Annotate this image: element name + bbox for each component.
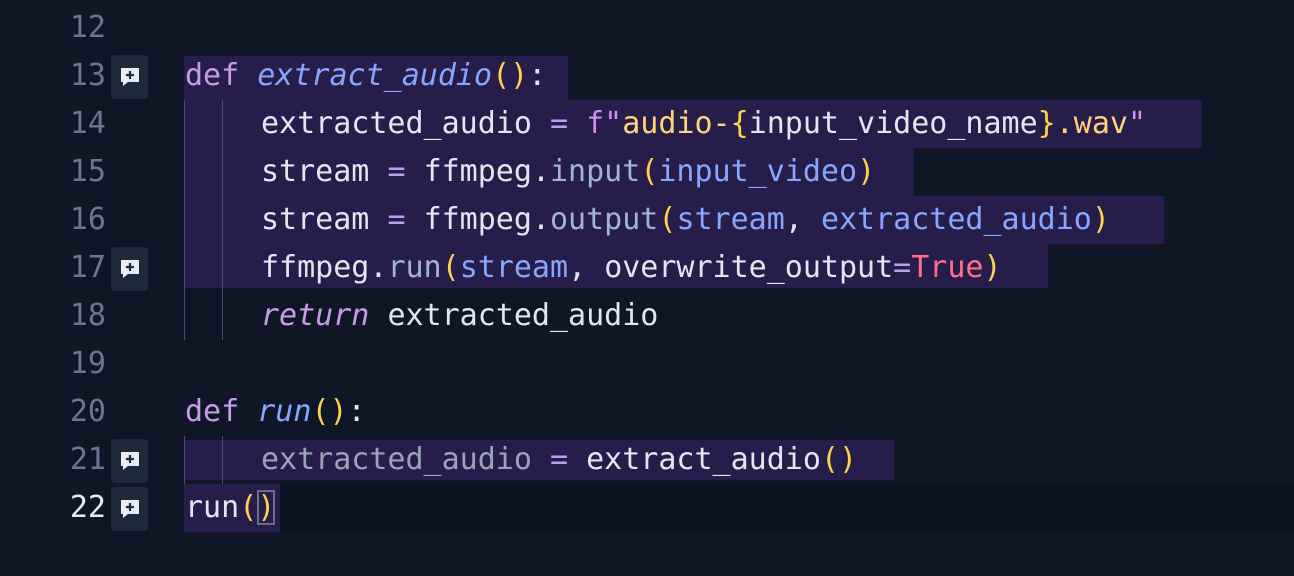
code-editor[interactable]: 12 13 def extract_audio(): 14 extracted_… bbox=[0, 0, 1294, 576]
code-line[interactable]: 17 ffmpeg.run(stream, overwrite_output=T… bbox=[0, 244, 1294, 292]
line-number: 20 bbox=[69, 394, 106, 429]
indent-guide bbox=[222, 100, 223, 148]
add-comment-button[interactable] bbox=[111, 55, 148, 99]
add-comment-button[interactable] bbox=[111, 247, 148, 291]
line-number: 16 bbox=[69, 202, 106, 237]
code-text: run() bbox=[185, 490, 276, 525]
code-text: stream = ffmpeg.input(input_video) bbox=[261, 154, 876, 189]
line-number: 17 bbox=[69, 250, 106, 285]
code-line[interactable]: 15 stream = ffmpeg.input(input_video) bbox=[0, 148, 1294, 196]
add-comment-icon bbox=[121, 500, 139, 518]
add-comment-icon bbox=[121, 452, 139, 470]
code-line[interactable]: 14 extracted_audio = f"audio-{input_vide… bbox=[0, 100, 1294, 148]
add-comment-icon bbox=[121, 68, 139, 86]
indent-guide bbox=[222, 292, 223, 340]
line-number: 14 bbox=[69, 106, 106, 141]
code-line[interactable]: 18 return extracted_audio bbox=[0, 292, 1294, 340]
text-cursor: ) bbox=[257, 490, 276, 525]
indent-guide bbox=[184, 196, 185, 244]
line-number: 19 bbox=[69, 346, 106, 381]
indent-guide bbox=[222, 148, 223, 196]
code-line[interactable]: 20 def run(): bbox=[0, 388, 1294, 436]
code-line[interactable]: 21 extracted_audio = extract_audio() bbox=[0, 436, 1294, 484]
indent-guide bbox=[222, 436, 223, 484]
code-text: extracted_audio = extract_audio() bbox=[261, 442, 858, 477]
indent-guide bbox=[184, 292, 185, 340]
code-line-active[interactable]: 22 run() bbox=[0, 484, 1294, 532]
code-line[interactable]: 12 bbox=[0, 4, 1294, 52]
code-text: def extract_audio(): bbox=[185, 58, 547, 93]
indent-guide bbox=[184, 100, 185, 148]
line-number: 15 bbox=[69, 154, 106, 189]
code-text: return extracted_audio bbox=[261, 298, 659, 333]
code-line[interactable]: 19 bbox=[0, 340, 1294, 388]
indent-guide bbox=[184, 244, 185, 292]
add-comment-button[interactable] bbox=[111, 487, 148, 531]
code-line[interactable]: 13 def extract_audio(): bbox=[0, 52, 1294, 100]
indent-guide bbox=[222, 196, 223, 244]
code-text: extracted_audio = f"audio-{input_video_n… bbox=[261, 106, 1147, 141]
line-number: 12 bbox=[69, 10, 106, 45]
line-number: 13 bbox=[69, 58, 106, 93]
code-text: stream = ffmpeg.output(stream, extracted… bbox=[261, 202, 1110, 237]
add-comment-icon bbox=[121, 260, 139, 278]
line-number: 22 bbox=[69, 490, 106, 525]
current-line-highlight bbox=[280, 484, 1294, 532]
line-number: 18 bbox=[69, 298, 106, 333]
indent-guide bbox=[184, 148, 185, 196]
code-text: ffmpeg.run(stream, overwrite_output=True… bbox=[261, 250, 1002, 285]
indent-guide bbox=[222, 244, 223, 292]
indent-guide bbox=[184, 436, 185, 484]
code-text: def run(): bbox=[185, 394, 366, 429]
add-comment-button[interactable] bbox=[111, 439, 148, 483]
code-line[interactable]: 16 stream = ffmpeg.output(stream, extrac… bbox=[0, 196, 1294, 244]
line-number: 21 bbox=[69, 442, 106, 477]
